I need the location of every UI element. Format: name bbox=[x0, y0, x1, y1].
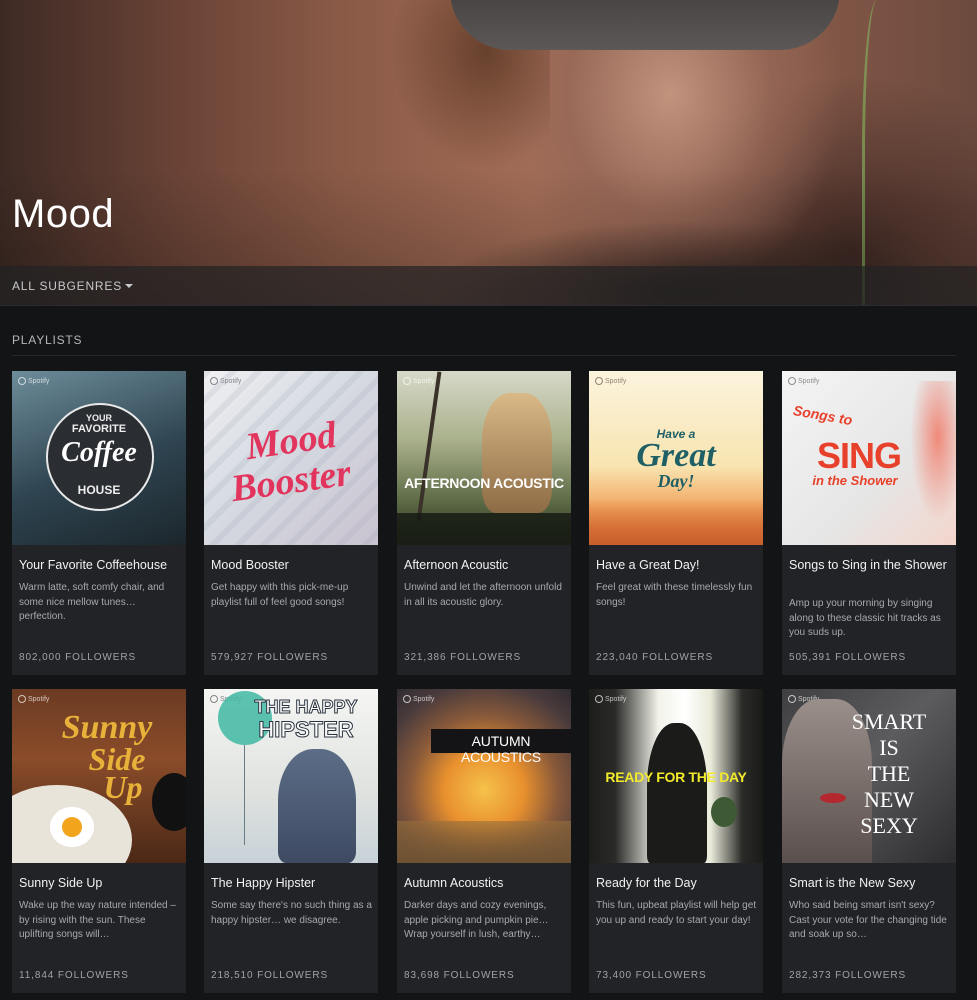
playlist-card-songs-to-sing-in-the-shower[interactable]: Spotify Songs to SING in the Shower Song… bbox=[782, 371, 956, 675]
spotify-logo-icon: Spotify bbox=[18, 377, 49, 385]
cover-text: AUTUMN ACOUSTICS bbox=[461, 733, 541, 765]
playlist-card-afternoon-acoustic[interactable]: Spotify AFTERNOON ACOUSTIC Afternoon Aco… bbox=[397, 371, 571, 675]
cover-yolk bbox=[62, 817, 82, 837]
cover-figure bbox=[647, 723, 707, 863]
cover-text: Great bbox=[636, 437, 716, 474]
playlist-cover[interactable]: Spotify Songs to SING in the Shower bbox=[782, 371, 956, 545]
cover-figure bbox=[278, 749, 356, 863]
playlist-cover[interactable]: Spotify THE HAPPY HIPSTER bbox=[204, 689, 378, 863]
playlist-description: Warm latte, soft comfy chair, and some n… bbox=[19, 582, 165, 623]
playlist-description: Amp up your morning by singing along to … bbox=[789, 598, 941, 639]
subgenre-bar: ALL SUBGENRES bbox=[0, 266, 977, 306]
playlist-followers: 83,698 FOLLOWERS bbox=[404, 970, 515, 981]
playlist-card-have-a-great-day[interactable]: Spotify Have a Great Day! Have a Great D… bbox=[589, 371, 763, 675]
playlist-card-the-happy-hipster[interactable]: Spotify THE HAPPY HIPSTER The Happy Hips… bbox=[204, 689, 378, 993]
playlist-name[interactable]: Mood Booster bbox=[211, 557, 373, 574]
playlist-description: Unwind and let the afternoon unfold in a… bbox=[404, 582, 562, 608]
cover-text: READY FOR THE DAY bbox=[605, 769, 747, 785]
cover-plant bbox=[711, 797, 737, 827]
spotify-logo-icon: Spotify bbox=[18, 695, 49, 703]
playlist-cover[interactable]: Spotify AUTUMN ACOUSTICS bbox=[397, 689, 571, 863]
playlist-card-sunny-side-up[interactable]: Spotify Sunny Side Up Sunny Side Up Wake… bbox=[12, 689, 186, 993]
playlist-name[interactable]: Autumn Acoustics bbox=[404, 875, 566, 892]
playlist-name[interactable]: Ready for the Day bbox=[596, 875, 758, 892]
playlist-description: Wake up the way nature intended – by ris… bbox=[19, 900, 176, 941]
playlist-followers: 218,510 FOLLOWERS bbox=[211, 970, 329, 981]
spotify-logo-icon: Spotify bbox=[403, 695, 434, 703]
playlist-description: Feel great with these timelessly fun son… bbox=[596, 582, 753, 608]
playlist-cover[interactable]: Spotify READY FOR THE DAY bbox=[589, 689, 763, 863]
cover-text: HOUSE bbox=[77, 483, 121, 497]
playlist-description: Who said being smart isn't sexy? Cast yo… bbox=[789, 900, 947, 941]
playlist-description: Darker days and cozy evenings, apple pic… bbox=[404, 900, 549, 941]
playlist-name[interactable]: Songs to Sing in the Shower bbox=[789, 557, 951, 574]
playlist-description: Some say there's no such thing as a happ… bbox=[211, 900, 372, 926]
playlist-cover[interactable]: Spotify Have a Great Day! bbox=[589, 371, 763, 545]
section-divider bbox=[12, 355, 956, 356]
caret-down-icon[interactable] bbox=[125, 283, 133, 288]
playlist-name[interactable]: Have a Great Day! bbox=[596, 557, 758, 574]
playlist-name[interactable]: Smart is the New Sexy bbox=[789, 875, 951, 892]
playlist-name[interactable]: Sunny Side Up bbox=[19, 875, 181, 892]
cover-text: IS bbox=[879, 735, 899, 760]
cover-text: SEXY bbox=[860, 813, 918, 838]
all-subgenres-dropdown[interactable]: ALL SUBGENRES bbox=[12, 279, 122, 293]
cover-text: Coffee bbox=[61, 437, 137, 468]
swing-chain bbox=[416, 371, 442, 521]
cover-text: THE bbox=[867, 761, 911, 786]
playlist-name[interactable]: Afternoon Acoustic bbox=[404, 557, 566, 574]
playlist-followers: 802,000 FOLLOWERS bbox=[19, 652, 137, 663]
playlist-card-mood-booster[interactable]: Spotify Mood Booster Mood Booster Get ha… bbox=[204, 371, 378, 675]
playlist-followers: 579,927 FOLLOWERS bbox=[211, 652, 329, 663]
cover-silhouettes bbox=[589, 499, 763, 545]
playlist-card-coffeehouse[interactable]: Spotify YOUR FAVORITE Coffee HOUSE Your … bbox=[12, 371, 186, 675]
hero-shade bbox=[0, 0, 977, 306]
cover-text: FAVORITE bbox=[71, 423, 127, 435]
playlist-name[interactable]: The Happy Hipster bbox=[211, 875, 373, 892]
playlist-followers: 223,040 FOLLOWERS bbox=[596, 652, 714, 663]
playlist-cover[interactable]: Spotify Sunny Side Up bbox=[12, 689, 186, 863]
cover-ground bbox=[397, 513, 571, 545]
spotify-logo-icon: Spotify bbox=[403, 377, 434, 385]
cover-text: SMART bbox=[851, 709, 927, 734]
playlist-name[interactable]: Your Favorite Coffeehouse bbox=[19, 557, 181, 574]
page-title: Mood bbox=[12, 192, 115, 236]
balloon-string bbox=[244, 745, 245, 845]
spotify-logo-icon: Spotify bbox=[788, 377, 819, 385]
cover-field bbox=[397, 821, 571, 863]
cover-text: in the Shower bbox=[812, 473, 898, 488]
hero-banner: Mood bbox=[0, 0, 977, 306]
playlist-followers: 505,391 FOLLOWERS bbox=[789, 652, 907, 663]
playlist-cover[interactable]: Spotify YOUR FAVORITE Coffee HOUSE bbox=[12, 371, 186, 545]
cover-figure bbox=[482, 393, 552, 513]
playlist-followers: 321,386 FOLLOWERS bbox=[404, 652, 522, 663]
cover-text: Up bbox=[103, 769, 143, 805]
playlist-card-ready-for-the-day[interactable]: Spotify READY FOR THE DAY Ready for the … bbox=[589, 689, 763, 993]
playlist-followers: 73,400 FOLLOWERS bbox=[596, 970, 707, 981]
playlist-cover[interactable]: Spotify SMART IS THE NEW SEXY bbox=[782, 689, 956, 863]
cover-text: THE HAPPY bbox=[254, 697, 358, 718]
cover-text: Day! bbox=[657, 471, 695, 491]
playlist-followers: 11,844 FOLLOWERS bbox=[19, 970, 129, 981]
section-title-playlists: PLAYLISTS bbox=[12, 333, 83, 347]
cover-text: YOUR bbox=[85, 413, 112, 423]
playlist-followers: 282,373 FOLLOWERS bbox=[789, 970, 907, 981]
playlist-card-smart-is-the-new-sexy[interactable]: Spotify SMART IS THE NEW SEXY Smart is t… bbox=[782, 689, 956, 993]
cover-text: HIPSTER bbox=[258, 717, 354, 743]
spotify-logo-icon: Spotify bbox=[595, 695, 626, 703]
playlist-description: Get happy with this pick-me-up playlist … bbox=[211, 582, 349, 608]
spotify-logo-icon: Spotify bbox=[595, 377, 626, 385]
playlist-cover[interactable]: Spotify AFTERNOON ACOUSTIC bbox=[397, 371, 571, 545]
cover-text: SING bbox=[816, 435, 902, 476]
playlist-card-autumn-acoustics[interactable]: Spotify AUTUMN ACOUSTICS Autumn Acoustic… bbox=[397, 689, 571, 993]
playlist-description: This fun, upbeat playlist will help get … bbox=[596, 900, 757, 926]
cover-text: NEW bbox=[863, 787, 915, 812]
playlist-cover[interactable]: Spotify Mood Booster bbox=[204, 371, 378, 545]
cover-text: AFTERNOON ACOUSTIC bbox=[404, 475, 564, 491]
